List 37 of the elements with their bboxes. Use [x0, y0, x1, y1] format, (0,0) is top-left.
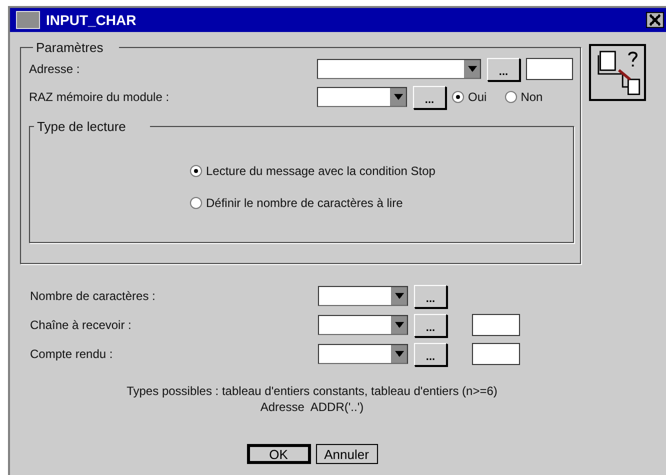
- group-title: Type de lecture: [36, 119, 127, 134]
- radio-option[interactable]: Lecture du message avec la condition Stop: [190, 164, 573, 178]
- field-label: Nombre de caractères :: [30, 289, 156, 303]
- dropdown-arrow-icon[interactable]: [394, 293, 404, 299]
- hint-text: Adresse ADDR('..'): [260, 400, 364, 414]
- input-field[interactable]: [472, 343, 520, 365]
- combo-box[interactable]: [317, 59, 481, 79]
- radio-option[interactable]: Définir le nombre de caractères à lire: [190, 196, 573, 210]
- group-title: Paramètres: [35, 40, 104, 55]
- hint-text: Types possibles : tableau d'entiers constants, tableau d'entiers (n>=6): [126, 384, 498, 398]
- dropdown-arrow-icon[interactable]: [394, 94, 402, 100]
- browse-button[interactable]: ...: [414, 284, 447, 308]
- combo-box[interactable]: [318, 344, 408, 364]
- field-label: RAZ mémoire du module :: [29, 90, 170, 104]
- combo-box[interactable]: [317, 87, 407, 107]
- input-field[interactable]: [472, 314, 520, 336]
- system-menu-icon[interactable]: [16, 11, 40, 29]
- close-icon[interactable]: [646, 12, 664, 28]
- browse-button[interactable]: ...: [413, 86, 446, 108]
- radio-option[interactable]: Non: [504, 90, 543, 104]
- dropdown-arrow-icon[interactable]: [394, 351, 404, 357]
- field-label: Compte rendu :: [30, 347, 114, 361]
- dialog-button[interactable]: Annuler: [316, 444, 378, 464]
- dropdown-arrow-icon[interactable]: [394, 322, 404, 328]
- dropdown-arrow-icon[interactable]: [468, 66, 476, 72]
- dialog-button[interactable]: OK: [246, 444, 310, 464]
- function-help-icon[interactable]: [589, 44, 646, 101]
- combo-box[interactable]: [318, 315, 408, 335]
- browse-button[interactable]: ...: [487, 58, 520, 80]
- combo-box[interactable]: [318, 286, 408, 306]
- window-title: INPUT_CHAR: [46, 12, 138, 28]
- radio-option[interactable]: Oui: [452, 90, 487, 104]
- browse-button[interactable]: ...: [414, 342, 447, 366]
- field-label: Chaîne à recevoir :: [30, 318, 132, 332]
- browse-button[interactable]: ...: [414, 314, 447, 336]
- field-label: Adresse :: [29, 62, 81, 76]
- input-field[interactable]: [526, 58, 573, 80]
